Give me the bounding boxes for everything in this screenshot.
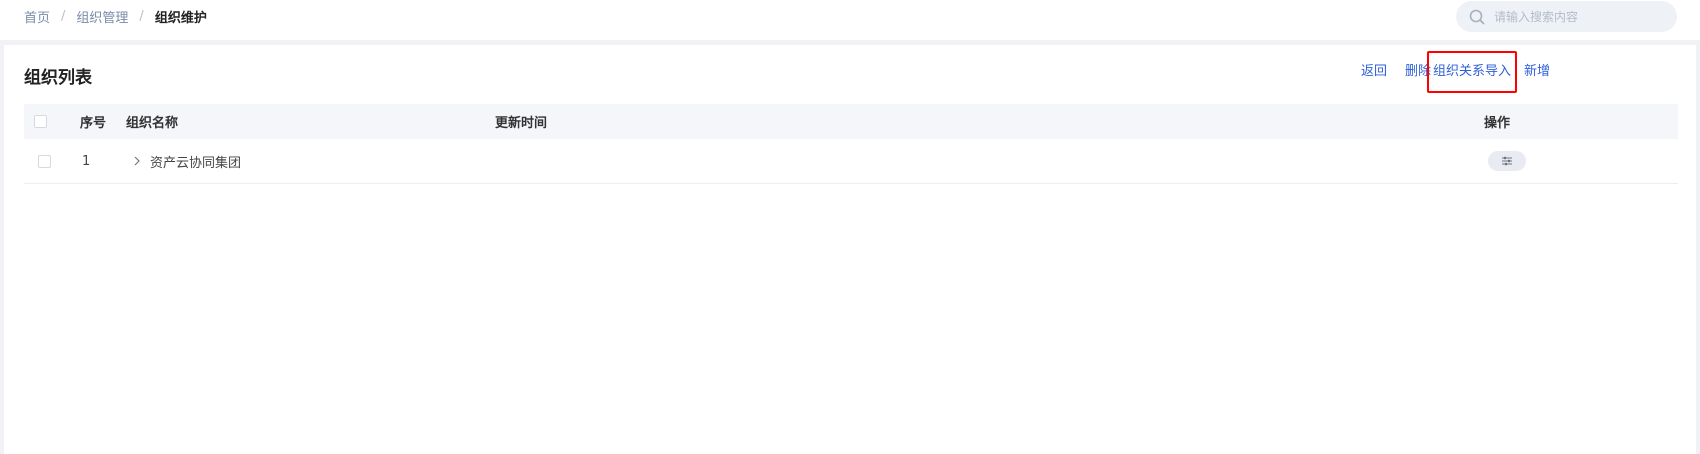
- select-all-cell: [34, 104, 47, 139]
- search-input[interactable]: [1494, 9, 1664, 24]
- breadcrumb-org-management[interactable]: 组织管理: [76, 7, 128, 26]
- org-list-card: 组织列表 返回 删除 组织关系导入 新增 序号 组织名称 更新时间 操作 1 资…: [4, 45, 1696, 454]
- table-row: 1 资产云协同集团: [24, 139, 1678, 184]
- add-button[interactable]: 新增: [1524, 51, 1550, 93]
- breadcrumb-separator: /: [61, 8, 66, 24]
- search-icon: [1469, 9, 1485, 24]
- row-name-cell: 资产云协同集团: [130, 139, 241, 183]
- row-index: 1: [82, 153, 91, 169]
- sliders-icon: [1502, 156, 1512, 166]
- breadcrumb-separator: /: [139, 8, 144, 24]
- row-actions-button[interactable]: [1488, 151, 1526, 171]
- column-header-updated: 更新时间: [495, 116, 548, 131]
- select-all-checkbox[interactable]: [34, 115, 47, 128]
- back-button[interactable]: 返回: [1361, 51, 1387, 93]
- chevron-right-icon[interactable]: [130, 154, 144, 168]
- breadcrumb-current: 组织维护: [154, 10, 207, 26]
- row-name: 资产云协同集团: [150, 155, 242, 171]
- breadcrumb-home[interactable]: 首页: [24, 7, 50, 26]
- column-header-name: 组织名称: [126, 116, 179, 131]
- import-org-relations-button[interactable]: 组织关系导入: [1426, 51, 1517, 93]
- column-header-index: 序号: [80, 116, 107, 131]
- breadcrumb: 首页 / 组织管理 / 组织维护: [24, 6, 207, 26]
- row-ops-cell: [1488, 139, 1526, 183]
- org-table: 序号 组织名称 更新时间 操作 1 资产云协同集团: [24, 104, 1678, 184]
- row-checkbox[interactable]: [38, 154, 51, 168]
- top-bar: 首页 / 组织管理 / 组织维护: [0, 0, 1700, 40]
- search-box[interactable]: [1456, 1, 1677, 32]
- table-header: 序号 组织名称 更新时间 操作: [24, 104, 1678, 139]
- page-title: 组织列表: [24, 68, 92, 88]
- column-header-ops: 操作: [1484, 116, 1511, 131]
- row-select-cell: [38, 139, 51, 183]
